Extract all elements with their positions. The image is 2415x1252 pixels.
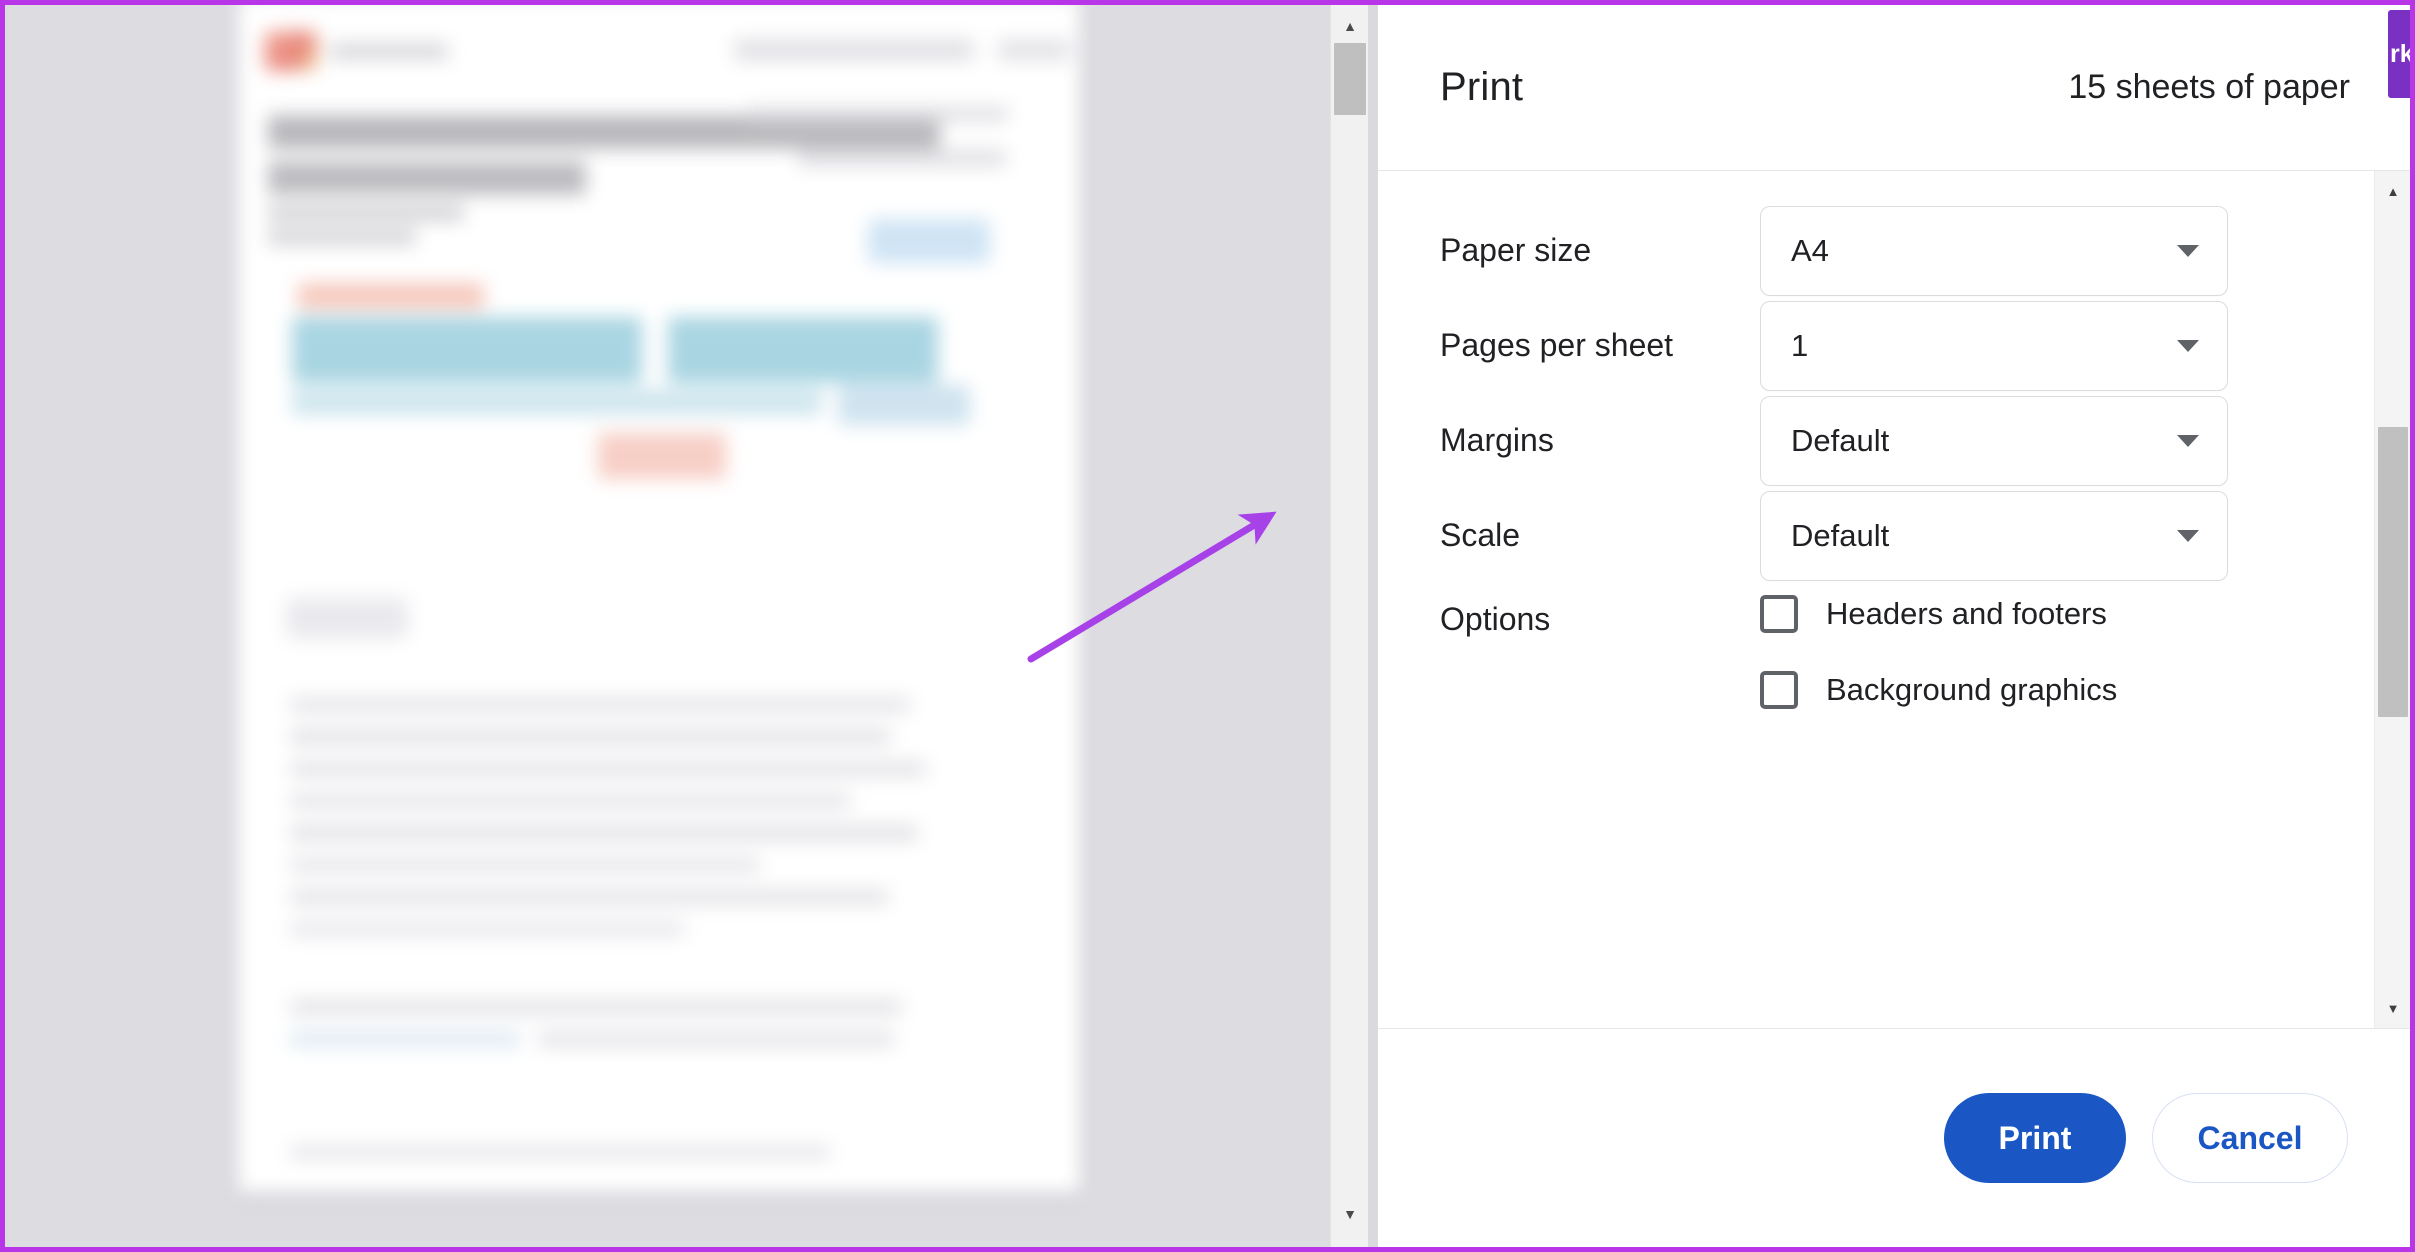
scroll-up-arrow-icon[interactable]: ▲	[2375, 177, 2410, 205]
preview-text-line	[290, 1031, 520, 1047]
cancel-button[interactable]: Cancel	[2152, 1093, 2348, 1183]
print-dialog-footer: Print Cancel	[1378, 1028, 2410, 1247]
pages-per-sheet-value: 1	[1791, 327, 1809, 363]
option-background-graphics[interactable]: Background graphics	[1760, 671, 2117, 709]
background-graphics-label: Background graphics	[1826, 672, 2118, 707]
scale-label: Scale	[1440, 517, 1521, 553]
preview-accent-blue-3	[292, 389, 822, 415]
sheet-count-label: 15 sheets of paper	[2068, 68, 2350, 106]
preview-accent-red-1	[298, 283, 484, 309]
preview-text-line	[290, 921, 684, 937]
preview-text-line	[290, 999, 902, 1015]
chevron-down-icon	[2177, 244, 2199, 257]
print-preview-area[interactable]	[5, 5, 1330, 1247]
preview-accent-red-2	[598, 433, 726, 479]
preview-subtitle-line-1	[268, 205, 464, 221]
pages-per-sheet-label: Pages per sheet	[1440, 327, 1674, 363]
scroll-down-arrow-icon[interactable]: ▼	[1331, 1199, 1369, 1229]
preview-accent-blue-2	[668, 317, 938, 383]
bookmark-tab-button[interactable]: rk	[2388, 10, 2410, 98]
chevron-down-icon	[2177, 339, 2199, 352]
setting-row-scale: Scale Default	[1378, 488, 2368, 583]
preview-text-line	[290, 761, 926, 777]
preview-meta-right-1	[748, 107, 1008, 121]
paper-size-select[interactable]: A4	[1760, 205, 2228, 296]
print-preview-page	[238, 5, 1080, 1192]
setting-row-options: Options Headers and footers Background g…	[1378, 591, 2368, 709]
preview-heading-line-2	[268, 161, 586, 195]
preview-text-line	[290, 793, 850, 809]
dialog-scrollbar-thumb[interactable]	[2378, 427, 2408, 717]
setting-row-pages-per-sheet: Pages per sheet 1	[1378, 298, 2368, 393]
preview-accent-blue-1	[292, 317, 642, 383]
preview-subtitle-line-2	[268, 229, 416, 245]
preview-nav-gap	[464, 19, 692, 91]
preview-nav-item-1	[734, 39, 974, 61]
preview-text-line	[538, 1031, 894, 1047]
scroll-up-arrow-icon[interactable]: ▲	[1331, 11, 1369, 41]
preview-text-line	[290, 697, 910, 713]
paper-size-value: A4	[1791, 232, 1829, 268]
headers-and-footers-checkbox[interactable]	[1760, 595, 1798, 633]
setting-row-margins: Margins Default	[1378, 393, 2368, 488]
preview-nav-item-2	[998, 39, 1070, 61]
chevron-down-icon	[2177, 434, 2199, 447]
preview-text-line	[290, 1145, 830, 1160]
print-dialog-scrollbar[interactable]: ▲ ▼	[2374, 171, 2410, 1028]
print-dialog: Print 15 sheets of paper Paper size A4 P…	[1378, 5, 2410, 1247]
print-button[interactable]: Print	[1944, 1093, 2126, 1183]
preview-text-line	[290, 857, 760, 873]
preview-chip	[286, 597, 408, 639]
preview-scrollbar-thumb[interactable]	[1334, 43, 1366, 115]
headers-and-footers-label: Headers and footers	[1826, 596, 2107, 631]
pages-per-sheet-select[interactable]: 1	[1760, 300, 2228, 391]
preview-logo	[264, 31, 318, 71]
scroll-down-arrow-icon[interactable]: ▼	[2375, 994, 2410, 1022]
preview-text-line	[290, 825, 918, 841]
preview-text-line	[290, 729, 890, 745]
options-list: Headers and footers Background graphics	[1760, 591, 2117, 709]
preview-logo-text	[330, 43, 448, 60]
setting-row-paper-size: Paper size A4	[1378, 203, 2368, 298]
print-settings-list: Paper size A4 Pages per sheet 1 Margins	[1378, 171, 2368, 709]
chevron-down-icon	[2177, 529, 2199, 542]
preview-text-line	[290, 889, 888, 905]
options-label: Options	[1440, 601, 1551, 637]
preview-badge	[868, 219, 990, 263]
bookmark-tab-label: rk	[2390, 39, 2410, 68]
preview-scrollbar[interactable]: ▲ ▼	[1330, 5, 1368, 1247]
scale-select[interactable]: Default	[1760, 490, 2228, 581]
option-headers-and-footers[interactable]: Headers and footers	[1760, 595, 2117, 633]
margins-value: Default	[1791, 422, 1890, 458]
scale-value: Default	[1791, 517, 1890, 553]
preview-meta-right-2	[798, 149, 1006, 167]
preview-accent-blue-4	[838, 385, 970, 425]
print-dialog-body: Paper size A4 Pages per sheet 1 Margins	[1378, 171, 2410, 1028]
background-graphics-checkbox[interactable]	[1760, 671, 1798, 709]
margins-select[interactable]: Default	[1760, 395, 2228, 486]
print-dialog-header: Print 15 sheets of paper	[1378, 5, 2410, 171]
margins-label: Margins	[1440, 422, 1554, 458]
paper-size-label: Paper size	[1440, 232, 1592, 268]
print-dialog-title: Print	[1440, 65, 1524, 109]
screenshot-root: ▲ ▼ Print 15 sheets of paper Paper size …	[0, 0, 2415, 1252]
